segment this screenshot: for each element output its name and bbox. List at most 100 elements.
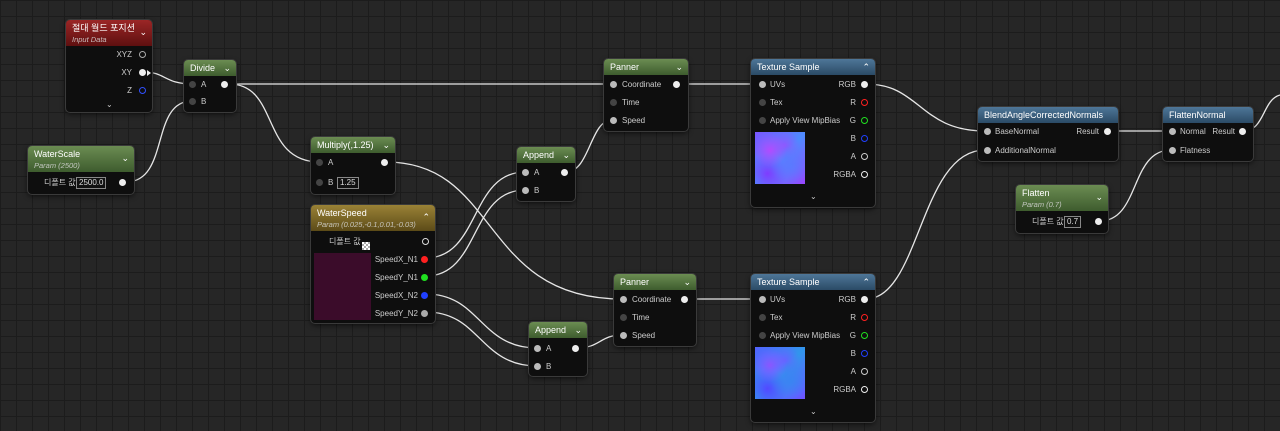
node-header[interactable]: 절대 월드 포지션 Input Data ⌄ [66, 20, 152, 46]
input-pin-speed[interactable] [620, 332, 627, 339]
default-value-field[interactable]: 2500.0 [76, 177, 107, 189]
input-pin-flatness[interactable] [1169, 147, 1176, 154]
input-pin-time[interactable] [610, 99, 617, 106]
node-header[interactable]: WaterScale Param (2500) ⌄ [28, 146, 134, 172]
output-pin[interactable] [221, 81, 228, 88]
output-pin-xyz[interactable] [139, 51, 146, 58]
chevron-up-icon[interactable]: ⌃ [862, 59, 870, 75]
input-pin-uvs[interactable] [759, 81, 766, 88]
input-pin-tex[interactable] [759, 99, 766, 106]
output-pin-g[interactable] [861, 117, 868, 124]
output-pin-rgb[interactable] [861, 81, 868, 88]
chevron-down-icon[interactable]: ⌄ [1095, 191, 1103, 203]
output-pin-rgba[interactable] [861, 171, 868, 178]
chevron-up-icon[interactable]: ⌃ [862, 274, 870, 290]
chevron-down-icon[interactable]: ⌄ [810, 407, 817, 416]
node-header[interactable]: Append ⌄ [517, 147, 575, 163]
chevron-up-icon[interactable]: ⌃ [422, 211, 430, 223]
node-flatten-normal[interactable]: FlattenNormal Normal Result Flatness [1163, 107, 1253, 161]
input-pin-basenormal[interactable] [984, 128, 991, 135]
input-pin-a[interactable] [534, 345, 541, 352]
chevron-down-icon[interactable]: ⌄ [382, 137, 390, 153]
output-pin-xy[interactable] [139, 69, 146, 76]
input-pin-a[interactable] [522, 169, 529, 176]
input-pin-tex[interactable] [759, 314, 766, 321]
node-water-scale[interactable]: WaterScale Param (2500) ⌄ 디폴트 값 2500.0 [28, 146, 134, 194]
input-pin-time[interactable] [620, 314, 627, 321]
output-pin-speedx-n1[interactable] [421, 256, 428, 263]
input-pin-b[interactable] [534, 363, 541, 370]
input-pin-coordinate[interactable] [620, 296, 627, 303]
input-pin-additionalnormal[interactable] [984, 147, 991, 154]
input-pin-coordinate[interactable] [610, 81, 617, 88]
output-pin-b[interactable] [861, 350, 868, 357]
chevron-down-icon[interactable]: ⌄ [139, 26, 147, 38]
output-pin-speedy-n1[interactable] [421, 274, 428, 281]
output-pin-a[interactable] [861, 368, 868, 375]
node-append-bottom[interactable]: Append ⌄ A B [529, 322, 587, 376]
node-append-top[interactable]: Append ⌄ A B [517, 147, 575, 201]
node-panner-bottom[interactable]: Panner ⌄ Coordinate Time Speed [614, 274, 696, 346]
input-pin-mipbias[interactable] [759, 332, 766, 339]
default-value-field[interactable]: 0.7 [1064, 216, 1082, 228]
input-pin-mipbias[interactable] [759, 117, 766, 124]
output-pin-b[interactable] [861, 135, 868, 142]
input-pin-uvs[interactable] [759, 296, 766, 303]
node-header[interactable]: Divide ⌄ [184, 60, 236, 76]
node-header[interactable]: BlendAngleCorrectedNormals [978, 107, 1118, 123]
node-header[interactable]: Panner ⌄ [604, 59, 688, 75]
node-header[interactable]: Panner ⌄ [614, 274, 696, 290]
chevron-down-icon[interactable]: ⌄ [675, 59, 683, 75]
node-header[interactable]: FlattenNormal [1163, 107, 1253, 123]
node-panner-top[interactable]: Panner ⌄ Coordinate Time Speed [604, 59, 688, 131]
node-header[interactable]: Append ⌄ [529, 322, 587, 338]
output-pin-result[interactable] [1239, 128, 1246, 135]
input-pin-b[interactable] [522, 187, 529, 194]
b-value-field[interactable]: 1.25 [337, 177, 359, 189]
node-header[interactable]: Texture Sample ⌃ [751, 274, 875, 290]
node-water-speed[interactable]: WaterSpeed Param (0.025,-0.1,0.01,-0.03)… [311, 205, 435, 323]
node-flatten-param[interactable]: Flatten Param (0.7) ⌄ 디폴트 값 0.7 [1016, 185, 1108, 233]
output-pin-z[interactable] [139, 87, 146, 94]
output-pin[interactable] [561, 169, 568, 176]
output-pin[interactable] [119, 179, 126, 186]
node-header[interactable]: Multiply(,1.25) ⌄ [311, 137, 395, 153]
output-pin-r[interactable] [861, 314, 868, 321]
input-pin-b[interactable] [189, 98, 196, 105]
input-pin-normal[interactable] [1169, 128, 1176, 135]
output-pin[interactable] [422, 238, 429, 245]
chevron-down-icon[interactable]: ⌄ [106, 100, 113, 109]
input-pin-b[interactable] [316, 179, 323, 186]
output-pin-a[interactable] [861, 153, 868, 160]
node-texture-sample-bottom[interactable]: Texture Sample ⌃ UVs Tex Apply View MipB… [751, 274, 875, 422]
output-pin-speedx-n2[interactable] [421, 292, 428, 299]
output-pin[interactable] [673, 81, 680, 88]
node-multiply[interactable]: Multiply(,1.25) ⌄ A B 1.25 [311, 137, 395, 194]
chevron-down-icon[interactable]: ⌄ [683, 274, 691, 290]
output-pin[interactable] [572, 345, 579, 352]
output-pin-result[interactable] [1104, 128, 1111, 135]
node-absolute-world-position[interactable]: 절대 월드 포지션 Input Data ⌄ XYZ XY Z ⌄ [66, 20, 152, 112]
output-pin[interactable] [381, 159, 388, 166]
input-pin-a[interactable] [189, 81, 196, 88]
node-texture-sample-top[interactable]: Texture Sample ⌃ UVs Tex Apply View MipB… [751, 59, 875, 207]
output-pin-rgb[interactable] [861, 296, 868, 303]
output-pin[interactable] [681, 296, 688, 303]
chevron-down-icon[interactable]: ⌄ [223, 60, 231, 76]
input-pin-a[interactable] [316, 159, 323, 166]
output-pin[interactable] [1095, 218, 1102, 225]
chevron-down-icon[interactable]: ⌄ [574, 322, 582, 338]
output-pin-rgba[interactable] [861, 386, 868, 393]
chevron-down-icon[interactable]: ⌄ [810, 192, 817, 201]
node-header[interactable]: Texture Sample ⌃ [751, 59, 875, 75]
output-pin-r[interactable] [861, 99, 868, 106]
node-header[interactable]: WaterSpeed Param (0.025,-0.1,0.01,-0.03)… [311, 205, 435, 231]
node-blend-angle-corrected-normals[interactable]: BlendAngleCorrectedNormals BaseNormal Re… [978, 107, 1118, 161]
input-pin-speed[interactable] [610, 117, 617, 124]
output-pin-speedy-n2[interactable] [421, 310, 428, 317]
chevron-down-icon[interactable]: ⌄ [562, 147, 570, 163]
node-header[interactable]: Flatten Param (0.7) ⌄ [1016, 185, 1108, 211]
output-pin-g[interactable] [861, 332, 868, 339]
chevron-down-icon[interactable]: ⌄ [121, 152, 129, 164]
node-divide[interactable]: Divide ⌄ A B [184, 60, 236, 112]
